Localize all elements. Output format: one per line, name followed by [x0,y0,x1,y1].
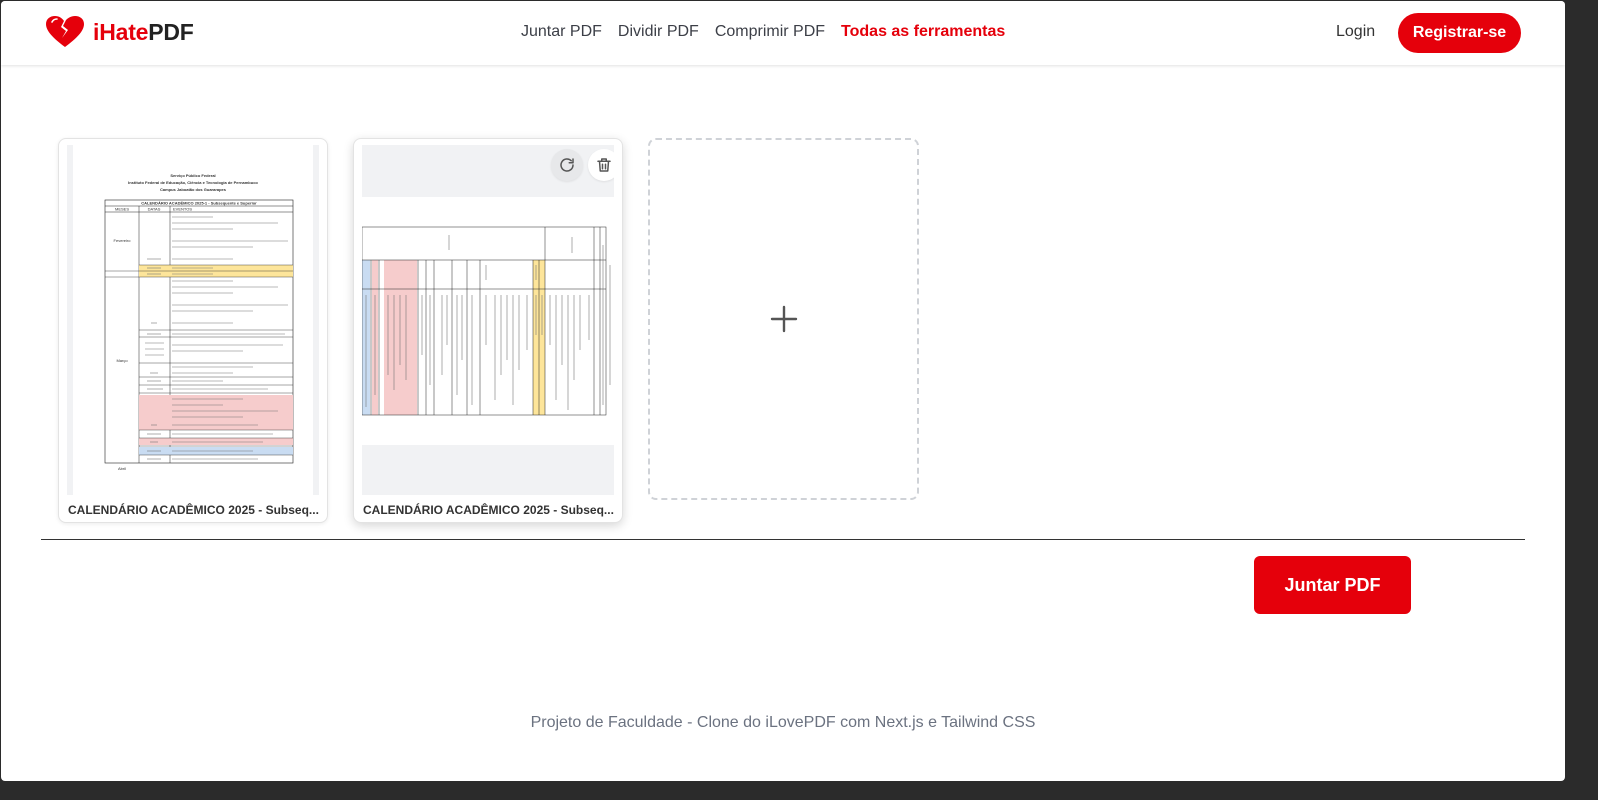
preview-col-eventos: EVENTOS [173,207,192,212]
preview-month-mar: Março [116,358,128,363]
trash-icon [597,158,611,172]
file-card[interactable]: CALENDÁRIO ACADÊMICO 2025 - Subseq... [353,138,623,523]
top-navbar: iHatePDF Juntar PDF Dividir PDF Comprimi… [1,1,1565,65]
pdf-page-content: Serviço Público Federal Instituto Federa… [104,173,294,471]
nav-dividir-pdf[interactable]: Dividir PDF [618,23,699,41]
app-window: iHatePDF Juntar PDF Dividir PDF Comprimi… [1,1,1565,781]
login-link[interactable]: Login [1336,23,1375,41]
register-button[interactable]: Registrar-se [1398,13,1521,53]
file-thumbnail [362,145,614,495]
preview-header-1: Serviço Público Federal [170,173,215,178]
delete-button[interactable] [588,149,614,181]
merge-pdf-button[interactable]: Juntar PDF [1254,556,1411,614]
preview-header-3: Campus Jaboatão dos Guararapes [160,187,227,192]
brand-name: iHatePDF [93,18,194,45]
section-divider [41,539,1525,540]
file-thumbnail: Serviço Público Federal Instituto Federa… [67,145,319,495]
preview-table-title: CALENDÁRIO ACADÊMICO 2025-1 - Subsequent… [141,201,257,206]
preview-col-datas: DATAS [148,207,161,212]
nav-todas-ferramentas[interactable]: Todas as ferramentas [841,23,1005,41]
add-file-dropzone[interactable] [648,138,919,500]
file-card[interactable]: Serviço Público Federal Instituto Federa… [58,138,328,523]
preview-col-meses: MESES [115,207,129,212]
rotate-button[interactable] [551,149,583,181]
nav-juntar-pdf[interactable]: Juntar PDF [521,23,602,41]
brand-logo[interactable]: iHatePDF [45,15,194,49]
rotate-icon [560,158,574,172]
file-name: CALENDÁRIO ACADÊMICO 2025 - Subseq... [363,503,614,517]
preview-header-2: Instituto Federal de Educação, Ciência e… [128,180,258,185]
pdf-page-preview-rotated [362,197,614,445]
file-name: CALENDÁRIO ACADÊMICO 2025 - Subseq... [68,503,319,517]
preview-month-fev: Fevereiro [114,238,132,243]
main-nav: Juntar PDF Dividir PDF Comprimir PDF Tod… [521,23,1005,41]
preview-month-abr: Abril [118,466,126,471]
nav-comprimir-pdf[interactable]: Comprimir PDF [715,23,825,41]
pdf-page-preview: Serviço Público Federal Instituto Federa… [73,145,313,495]
footer-text: Projeto de Faculdade - Clone do iLovePDF… [530,714,1036,731]
plus-icon [770,305,797,333]
broken-heart-icon [46,16,84,47]
